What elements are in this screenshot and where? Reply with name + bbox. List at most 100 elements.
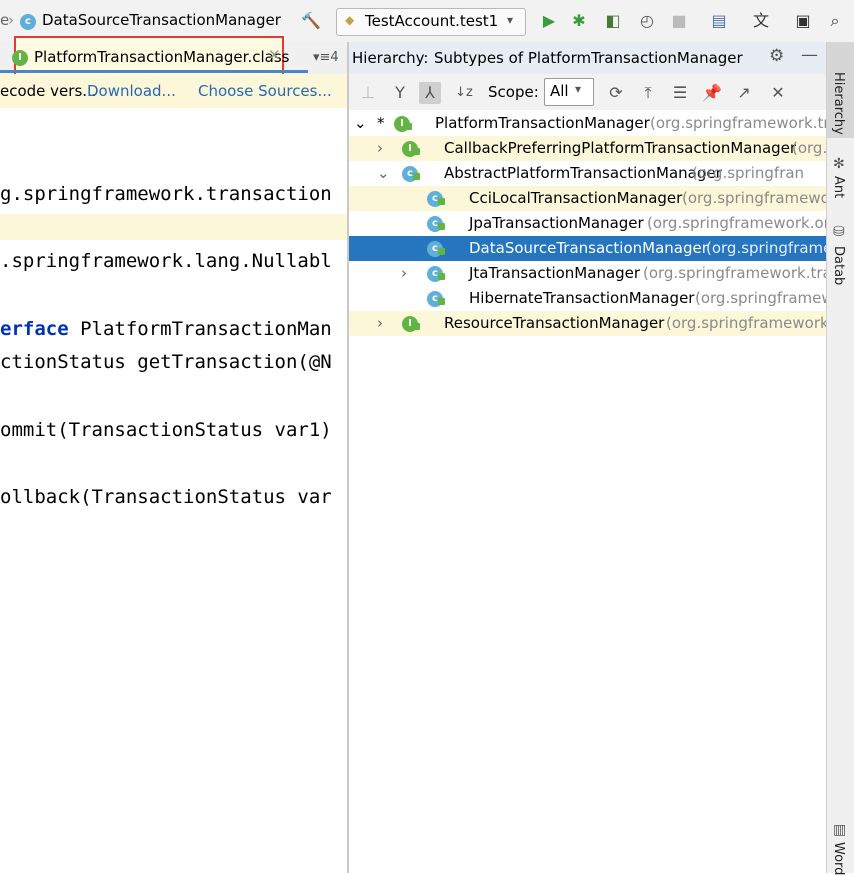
tree-item-name: AbstractPlatformTransactionManager [444, 164, 722, 182]
expand-arrow[interactable]: › [377, 136, 383, 161]
class-icon: c [427, 286, 445, 311]
code-line: .springframework.lang.Nullabl [0, 250, 332, 272]
tab-underline [0, 70, 308, 73]
stop-icon[interactable]: ■ [668, 10, 690, 32]
tab-count: 4 [330, 50, 339, 65]
gear-icon[interactable]: ⚙ [769, 46, 784, 66]
code-keyword: erface [0, 318, 69, 340]
chevron-down-icon: ▾ [575, 82, 582, 96]
tree-item-package: (org.springfran [692, 164, 805, 182]
code-line: g.springframework.transaction [0, 183, 332, 205]
interface-icon: I [394, 111, 412, 136]
run-config-select[interactable]: ◆ TestAccount.test1 ▾ [336, 8, 526, 36]
tree-item-name: CciLocalTransactionManager [469, 189, 683, 207]
hierarchy-tool-tab[interactable]: Hierarchy [827, 42, 854, 138]
hammer-icon[interactable]: 🔨 [300, 10, 322, 32]
coverage-icon[interactable]: ◧ [602, 10, 624, 32]
close-icon[interactable]: ✕ [268, 46, 281, 64]
search-icon[interactable]: ⌕ [824, 10, 846, 32]
run-icon[interactable]: ▶ [538, 10, 560, 32]
tree-row-datasource-selected[interactable]: c DataSourceTransactionManager (org.spri… [349, 236, 826, 261]
tree-item-name: DataSourceTransactionManager [469, 239, 708, 257]
subtypes-icon[interactable]: ⅄ [419, 82, 441, 104]
breadcrumb-separator: › [8, 11, 14, 29]
expand-arrow[interactable]: ⌄ [354, 111, 367, 136]
project-structure-icon[interactable]: ▤ [708, 10, 730, 32]
open-in-window-icon[interactable]: ↗ [733, 82, 755, 104]
type-hierarchy-icon[interactable]: ⊥ [357, 82, 379, 104]
code-line-highlight [0, 214, 348, 240]
run-config-label: TestAccount.test1 [365, 12, 499, 30]
scope-value: All [550, 82, 569, 100]
asterisk-icon: * [377, 114, 385, 132]
word-tool-tab[interactable]: Word [831, 842, 846, 875]
choose-sources-link[interactable]: Choose Sources... [198, 82, 332, 100]
class-icon: c [427, 261, 445, 286]
hierarchy-title: Hierarchy: [352, 49, 429, 67]
code-line: ctionStatus getTransaction(@N [0, 351, 332, 373]
breadcrumb-file[interactable]: DataSourceTransactionManager [42, 11, 281, 29]
presentation-icon[interactable]: ▣ [792, 10, 814, 32]
code-editor[interactable]: g.springframework.transaction .springfra… [0, 108, 348, 873]
tree-item-package: (org.springframe [706, 239, 826, 257]
expand-arrow[interactable]: › [377, 311, 383, 336]
tree-item-package: (org. [792, 139, 826, 157]
hierarchy-toolbar: ⊥ Y ⅄ ↓z Scope: All ▾ ⟳ ⤒ ☰ 📌 ↗ ✕ [349, 74, 826, 111]
tree-item-name: JtaTransactionManager [469, 264, 641, 282]
pin-icon[interactable]: 📌 [701, 82, 723, 104]
tab-label: PlatformTransactionManager.class [34, 48, 290, 66]
download-link[interactable]: Download... [87, 82, 176, 100]
interface-icon: I [402, 136, 420, 161]
interface-icon: I [12, 48, 28, 66]
expand-arrow[interactable]: ⌄ [377, 161, 390, 186]
hierarchy-header: Hierarchy: Subtypes of PlatformTransacti… [349, 42, 826, 75]
tree-row-jta[interactable]: › c JtaTransactionManager (org.springfra… [349, 261, 826, 286]
expand-all-icon[interactable]: ☰ [669, 82, 691, 104]
profile-icon[interactable]: ◴ [636, 10, 658, 32]
tree-item-package: (org.springframework [695, 289, 826, 307]
run-config-icon: ◆ [345, 13, 355, 27]
class-icon: c [427, 211, 445, 236]
tree-item-package: (org.springframework. [666, 314, 826, 332]
hierarchy-tree: ⌄ * I PlatformTransactionManager (org.sp… [349, 110, 826, 873]
class-icon: c [427, 236, 445, 261]
close-icon[interactable]: ✕ [767, 82, 789, 104]
refresh-icon[interactable]: ⟳ [605, 82, 627, 104]
tree-item-package: (org.springframework.tr [650, 114, 826, 132]
tree-item-package: (org.springframework.or [647, 214, 826, 232]
sort-alpha-icon[interactable]: ↓z [453, 82, 475, 104]
notification-bar: ecode vers... Download... Choose Sources… [0, 74, 348, 109]
hierarchy-subtitle: Subtypes of PlatformTransactionManager [434, 49, 743, 67]
scope-select[interactable]: All ▾ [544, 78, 594, 106]
database-icon: ⛁ [833, 224, 845, 240]
class-icon: c [427, 186, 445, 211]
minimize-icon[interactable]: — [801, 45, 818, 65]
tree-row-hibernate[interactable]: c HibernateTransactionManager (org.sprin… [349, 286, 826, 311]
tree-row-platform-transaction-manager[interactable]: ⌄ * I PlatformTransactionManager (org.sp… [349, 111, 826, 136]
tree-row-cci-local[interactable]: c CciLocalTransactionManager (org.spring… [349, 186, 826, 211]
supertypes-icon[interactable]: Y [389, 82, 411, 104]
tree-row-jpa[interactable]: c JpaTransactionManager (org.springframe… [349, 211, 826, 236]
debug-icon[interactable]: ✱ [568, 10, 590, 32]
scope-label: Scope: [488, 83, 539, 101]
code-line: ommit(TransactionStatus var1) [0, 419, 332, 441]
ant-tool-tab[interactable]: Ant [831, 176, 846, 198]
code-text: PlatformTransactionMan [68, 318, 332, 340]
class-icon: c [402, 161, 420, 186]
expand-arrow[interactable]: › [401, 261, 407, 286]
tree-item-name: HibernateTransactionManager [469, 289, 695, 307]
tree-item-name: CallbackPreferringPlatformTransactionMan… [444, 139, 797, 157]
tree-row-callback-preferring[interactable]: › I CallbackPreferringPlatformTransactio… [349, 136, 826, 161]
tree-item-package: (org.springframewo [682, 189, 826, 207]
tree-row-resource[interactable]: › I ResourceTransactionManager (org.spri… [349, 311, 826, 336]
ant-icon: ✻ [833, 156, 845, 172]
code-line: erface PlatformTransactionMan [0, 315, 348, 343]
notification-text: ecode vers... [0, 82, 97, 100]
export-icon[interactable]: ⤒ [637, 82, 659, 104]
tab-list-button[interactable]: ▾≡4 [313, 50, 339, 65]
tree-item-name: ResourceTransactionManager [444, 314, 665, 332]
translate-icon[interactable]: 文 [750, 10, 772, 32]
database-tool-tab[interactable]: Datab [831, 246, 846, 285]
tree-item-name: PlatformTransactionManager [435, 114, 650, 132]
tree-row-abstract-platform[interactable]: ⌄ c AbstractPlatformTransactionManager (… [349, 161, 826, 186]
